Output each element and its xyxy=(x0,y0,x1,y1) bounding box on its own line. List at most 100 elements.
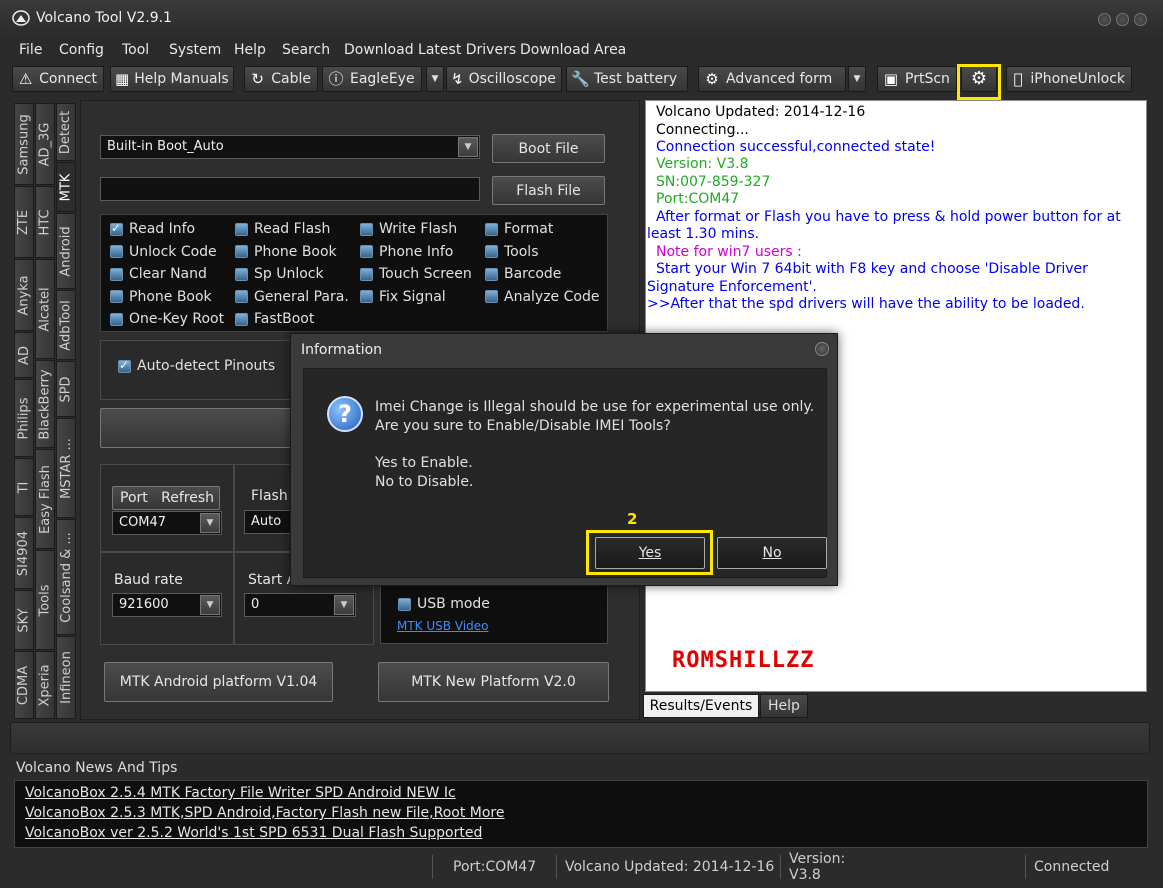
option-checkbox[interactable]: Phone Book xyxy=(235,244,337,260)
tab-ad[interactable]: AD xyxy=(14,332,34,378)
advanced-form-button[interactable]: ⚙ Advanced form xyxy=(698,66,846,92)
title-bar xyxy=(0,0,1163,40)
tab-alcatel[interactable]: Alcatel xyxy=(35,259,55,359)
advanced-form-dropdown[interactable]: ▼ xyxy=(848,66,866,92)
option-checkbox[interactable]: Barcode xyxy=(485,266,561,282)
menu-download-drivers[interactable]: Download Latest Drivers xyxy=(344,42,516,58)
boot-file-button[interactable]: Boot File xyxy=(492,134,605,163)
tab-si4904[interactable]: SI4904 xyxy=(14,517,34,589)
mtk-android-platform-button[interactable]: MTK Android platform V1.04 xyxy=(104,662,333,702)
tab-mstar[interactable]: MSTAR ... xyxy=(56,418,76,518)
boot-select[interactable]: Built-in Boot_Auto ▼ xyxy=(100,135,480,159)
option-checkbox[interactable]: Read Flash xyxy=(235,221,330,237)
option-checkbox[interactable]: Phone Book xyxy=(110,289,212,305)
tab-sky[interactable]: SKY xyxy=(14,590,34,650)
menu-system[interactable]: System xyxy=(169,42,221,58)
news-link[interactable]: VolcanoBox ver 2.5.2 World's 1st SPD 653… xyxy=(25,825,482,841)
oscilloscope-button[interactable]: ↯ Oscilloscope xyxy=(446,66,562,92)
flash-label: Flash xyxy=(251,488,288,504)
option-checkbox[interactable]: Fix Signal xyxy=(360,289,446,305)
checkbox-icon xyxy=(110,267,123,281)
tab-help[interactable]: Help xyxy=(760,694,808,718)
tab-adbtool[interactable]: AdbTool xyxy=(56,290,76,360)
tab-detect[interactable]: Detect xyxy=(56,103,76,161)
tab-blackberry[interactable]: BlackBerry xyxy=(35,360,55,448)
tab-htc[interactable]: HTC xyxy=(35,186,55,258)
tab-ti[interactable]: TI xyxy=(14,458,34,516)
tab-mtk[interactable]: MTK xyxy=(56,162,76,212)
prtscn-button[interactable]: ▣ PrtScn xyxy=(877,66,957,92)
menu-file[interactable]: File xyxy=(19,42,42,58)
menu-help[interactable]: Help xyxy=(234,42,266,58)
minimize-button[interactable] xyxy=(1098,13,1111,26)
menu-download-area[interactable]: Download Area xyxy=(520,42,626,58)
romshillzz-watermark: ROMSHILLZZ xyxy=(672,648,815,673)
eagleeye-button[interactable]: ⓘ EagleEye xyxy=(322,66,422,92)
option-checkbox[interactable]: Tools xyxy=(485,244,539,260)
eagleeye-dropdown[interactable]: ▼ xyxy=(426,66,444,92)
option-checkbox[interactable]: Write Flash xyxy=(360,221,457,237)
option-checkbox[interactable]: Analyze Code xyxy=(485,289,599,305)
tab-anyka[interactable]: Anyka xyxy=(14,259,34,331)
flash-file-input[interactable] xyxy=(100,177,480,201)
option-checkbox[interactable]: FastBoot xyxy=(235,311,314,327)
baud-select[interactable]: 921600 ▼ xyxy=(112,593,222,617)
mtk-new-platform-button[interactable]: MTK New Platform V2.0 xyxy=(378,662,609,702)
tab-zte[interactable]: ZTE xyxy=(14,186,34,258)
start-select[interactable]: 0 ▼ xyxy=(244,593,356,617)
log-line: least 1.30 mins. xyxy=(647,226,760,242)
option-checkbox[interactable]: Format xyxy=(485,221,553,237)
maximize-button[interactable] xyxy=(1116,13,1129,26)
flash-file-button[interactable]: Flash File xyxy=(492,176,605,205)
mtk-usb-video-link[interactable]: MTK USB Video xyxy=(397,619,488,633)
log-line: Connection successful,connected state! xyxy=(656,139,936,155)
tab-android[interactable]: Android xyxy=(56,213,76,289)
cable-button[interactable]: ↻ Cable xyxy=(244,66,318,92)
tab-samsung[interactable]: Samsung xyxy=(14,103,34,185)
close-button[interactable] xyxy=(1134,13,1147,26)
dialog-close-button[interactable] xyxy=(815,342,829,356)
tab-ad-3g[interactable]: AD_3G xyxy=(35,103,55,185)
no-button[interactable]: No xyxy=(717,537,827,569)
option-checkbox[interactable]: General Para. xyxy=(235,289,349,305)
tab-infineon[interactable]: Infineon xyxy=(56,636,76,719)
tab-easy-flash[interactable]: Easy Flash xyxy=(35,449,55,549)
tab-xperia[interactable]: Xperia xyxy=(35,651,55,719)
tab-spd[interactable]: SPD xyxy=(56,361,76,417)
dialog-message-line: No to Disable. xyxy=(375,474,474,490)
checkbox-icon xyxy=(398,597,411,611)
connect-button[interactable]: ⚠ Connect xyxy=(12,66,104,92)
auto-detect-pinouts-checkbox[interactable]: Auto-detect Pinouts xyxy=(118,358,275,374)
menu-config[interactable]: Config xyxy=(59,42,104,58)
option-checkbox[interactable]: One-Key Root xyxy=(110,311,224,327)
usb-mode-checkbox[interactable]: USB mode xyxy=(398,596,490,612)
test-battery-button[interactable]: 🔧 Test battery xyxy=(566,66,688,92)
port-select[interactable]: COM47 ▼ xyxy=(112,511,222,535)
window-title: Volcano Tool V2.9.1 xyxy=(36,10,172,26)
menu-tool[interactable]: Tool xyxy=(122,42,149,58)
tab-cdma[interactable]: CDMA xyxy=(14,651,34,719)
news-link[interactable]: VolcanoBox 2.5.4 MTK Factory File Writer… xyxy=(25,785,456,801)
tab-coolsand[interactable]: Coolsand & ... xyxy=(56,519,76,635)
checkbox-icon xyxy=(360,290,373,303)
status-version: Version: V3.8 xyxy=(780,851,862,883)
iphoneunlock-button[interactable]: iPhoneUnlock xyxy=(1006,66,1132,92)
port-refresh-button[interactable]: Port Refresh xyxy=(112,486,220,510)
dialog-title: Information xyxy=(301,342,383,358)
plug-icon: ↯ xyxy=(451,70,464,88)
tab-tools[interactable]: Tools xyxy=(35,550,55,650)
option-checkbox[interactable]: Sp Unlock xyxy=(235,266,324,282)
menu-search[interactable]: Search xyxy=(282,42,330,58)
option-checkbox[interactable]: Clear Nand xyxy=(110,266,207,282)
option-checkbox[interactable]: Touch Screen xyxy=(360,266,472,282)
tab-philips[interactable]: Philips xyxy=(14,379,34,457)
option-checkbox[interactable]: Read Info xyxy=(110,221,195,237)
tab-results-events[interactable]: Results/Events xyxy=(643,694,759,718)
checkbox-icon xyxy=(360,222,373,236)
help-manuals-button[interactable]: ▦ Help Manuals xyxy=(110,66,234,92)
option-checkbox[interactable]: Unlock Code xyxy=(110,244,217,260)
flash-select[interactable]: Auto xyxy=(244,510,294,534)
mtk-action-button[interactable] xyxy=(100,408,294,448)
option-checkbox[interactable]: Phone Info xyxy=(360,244,453,260)
news-link[interactable]: VolcanoBox 2.5.3 MTK,SPD Android,Factory… xyxy=(25,805,504,821)
